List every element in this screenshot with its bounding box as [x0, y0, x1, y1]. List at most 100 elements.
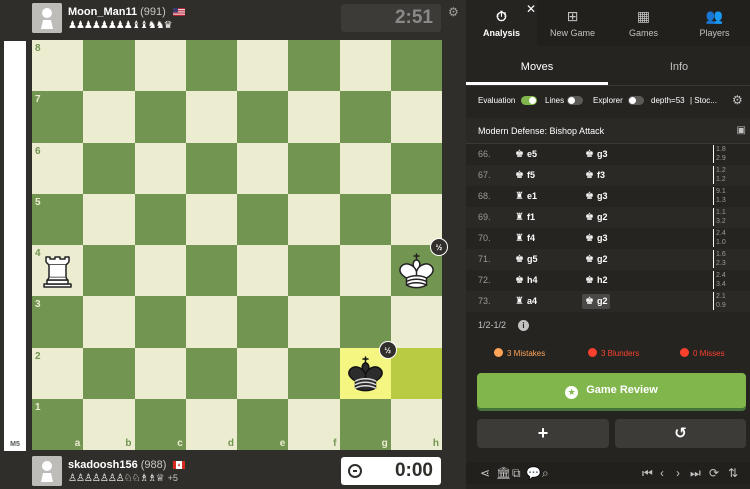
square-e4[interactable] — [237, 245, 289, 297]
next-move-icon[interactable]: › — [676, 466, 680, 480]
square-a6[interactable]: 6 — [32, 142, 84, 194]
engine-settings-gear-icon[interactable]: ⚙ — [732, 93, 743, 107]
open-icon[interactable]: ⧉ — [512, 466, 521, 481]
tab-info[interactable]: Info — [608, 50, 750, 85]
square-c2[interactable] — [134, 347, 186, 399]
square-a4[interactable]: 4 — [32, 245, 84, 297]
black-move[interactable]: ♚ g2 — [582, 252, 610, 267]
square-b4[interactable] — [83, 245, 135, 297]
book-icon[interactable]: ▣ — [737, 118, 746, 144]
info-icon[interactable]: i — [518, 320, 530, 331]
square-c7[interactable] — [134, 91, 186, 143]
square-g6[interactable] — [339, 142, 391, 194]
square-e3[interactable] — [237, 296, 289, 348]
square-d3[interactable] — [185, 296, 237, 348]
white-move[interactable]: ♜ a4 — [512, 294, 540, 309]
square-g2[interactable]: ½ — [339, 340, 397, 399]
square-a8[interactable]: 8 — [32, 40, 84, 92]
square-c1[interactable]: c — [134, 398, 186, 450]
square-b6[interactable] — [83, 142, 135, 194]
game-review-button[interactable]: ★ Game Review — [477, 373, 746, 408]
square-h1[interactable]: h — [390, 398, 442, 450]
black-move[interactable]: ♚ g2 — [582, 210, 610, 225]
black-move[interactable]: ♚ h2 — [582, 273, 610, 288]
square-e5[interactable] — [237, 193, 289, 245]
white-move[interactable]: ♜ f1 — [512, 210, 538, 225]
square-e8[interactable] — [237, 40, 289, 92]
square-g7[interactable] — [339, 91, 391, 143]
previous-move-icon[interactable]: ‹ — [660, 466, 664, 480]
board-settings-gear-icon[interactable]: ⚙ — [448, 5, 459, 19]
square-h4[interactable]: ½ — [390, 238, 448, 297]
white-move[interactable]: ♚ g5 — [512, 252, 540, 267]
square-e2[interactable] — [237, 347, 289, 399]
square-h8[interactable] — [390, 40, 442, 92]
square-b1[interactable]: b — [83, 398, 135, 450]
square-c6[interactable] — [134, 142, 186, 194]
square-f1[interactable]: f — [288, 398, 340, 450]
square-h2[interactable] — [390, 347, 442, 399]
square-a3[interactable]: 3 — [32, 296, 84, 348]
white-move[interactable]: ♚ f5 — [512, 168, 538, 183]
square-a7[interactable]: 7 — [32, 91, 84, 143]
black-move[interactable]: ♚ g3 — [582, 189, 610, 204]
black-move[interactable]: ♚ f3 — [582, 168, 608, 183]
chess-board[interactable]: 87654 ½ 32 ½ 1abcdefgh — [32, 40, 448, 450]
player-name[interactable]: skadoosh156 (988) — [68, 459, 186, 471]
black-move[interactable]: ♚ g2 — [582, 294, 611, 309]
square-f3[interactable] — [288, 296, 340, 348]
explorer-toggle[interactable] — [628, 96, 644, 105]
square-b3[interactable] — [83, 296, 135, 348]
close-panel-icon[interactable]: ✕ — [526, 2, 536, 16]
square-d4[interactable] — [185, 245, 237, 297]
square-a5[interactable]: 5 — [32, 193, 84, 245]
square-d1[interactable]: d — [185, 398, 237, 450]
square-g4[interactable] — [339, 245, 391, 297]
square-g3[interactable] — [339, 296, 391, 348]
square-c8[interactable] — [134, 40, 186, 92]
square-d2[interactable] — [185, 347, 237, 399]
square-e7[interactable] — [237, 91, 289, 143]
square-d6[interactable] — [185, 142, 237, 194]
share-icon[interactable]: ⋖ — [480, 466, 490, 480]
player-name[interactable]: Moon_Man11 (991) — [68, 6, 185, 18]
tab-games[interactable]: ▦ Games — [608, 0, 679, 46]
square-g1[interactable]: g — [339, 398, 391, 450]
reset-button[interactable]: ↺ — [615, 419, 746, 448]
white-move[interactable]: ♚ h4 — [512, 273, 540, 288]
refresh-icon[interactable]: ⟳ — [709, 466, 719, 480]
new-analysis-button[interactable]: + — [477, 419, 609, 448]
square-d5[interactable] — [185, 193, 237, 245]
square-b2[interactable] — [83, 347, 135, 399]
square-d7[interactable] — [185, 91, 237, 143]
avatar[interactable] — [32, 456, 62, 486]
player-name-text[interactable]: skadoosh156 — [68, 459, 138, 471]
black-move[interactable]: ♚ g3 — [582, 147, 610, 162]
square-b5[interactable] — [83, 193, 135, 245]
square-e1[interactable]: e — [237, 398, 289, 450]
chat-icon[interactable]: 💬 — [526, 466, 541, 480]
square-a2[interactable]: 2 — [32, 347, 84, 399]
square-b7[interactable] — [83, 91, 135, 143]
zoom-icon[interactable]: ⌕ — [542, 466, 549, 481]
square-c5[interactable] — [134, 193, 186, 245]
player-name-text[interactable]: Moon_Man11 — [68, 6, 137, 18]
square-d8[interactable] — [185, 40, 237, 92]
avatar[interactable] — [32, 3, 62, 33]
library-icon[interactable]: 🏛 — [496, 466, 511, 480]
square-f8[interactable] — [288, 40, 340, 92]
white-move[interactable]: ♚ e5 — [512, 147, 540, 162]
square-a1[interactable]: 1a — [32, 398, 84, 450]
square-f7[interactable] — [288, 91, 340, 143]
square-e6[interactable] — [237, 142, 289, 194]
flip-board-icon[interactable]: ⇅ — [728, 466, 738, 480]
black-move[interactable]: ♚ g3 — [582, 231, 610, 246]
square-f5[interactable] — [288, 193, 340, 245]
white-move[interactable]: ♜ e1 — [512, 189, 540, 204]
tab-players[interactable]: 👥 Players — [679, 0, 750, 46]
square-g8[interactable] — [339, 40, 391, 92]
square-c4[interactable] — [134, 245, 186, 297]
last-move-icon[interactable]: ⏭ — [690, 466, 701, 481]
square-h5[interactable] — [390, 193, 442, 245]
square-f6[interactable] — [288, 142, 340, 194]
